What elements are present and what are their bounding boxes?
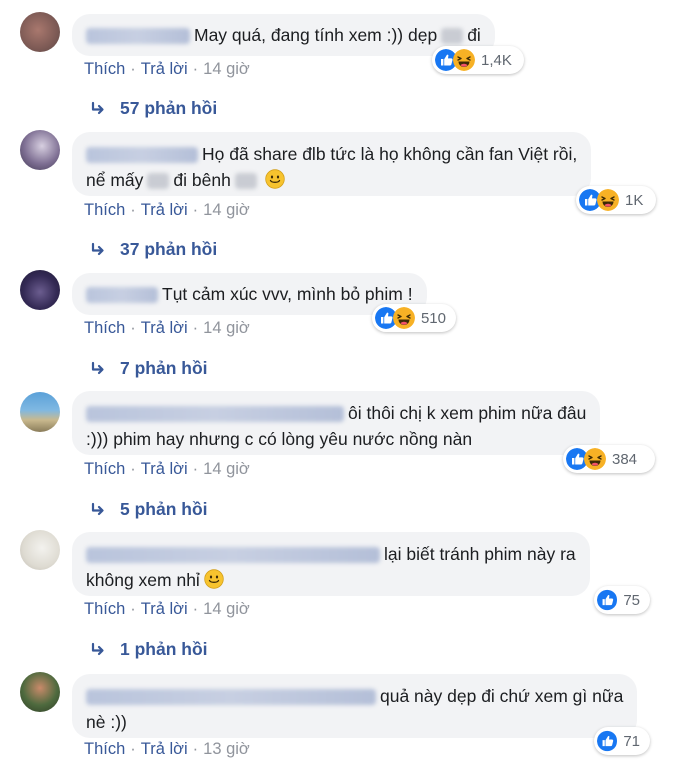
- comment-text: Tụt cảm xúc vvv, mình bỏ phim !: [162, 284, 413, 304]
- avatar[interactable]: [20, 270, 60, 310]
- haha-reaction-icon: [453, 49, 475, 71]
- reply-link[interactable]: Trả lời: [141, 740, 188, 758]
- haha-reaction-icon: [597, 189, 619, 211]
- timestamp[interactable]: 14 giờ: [203, 201, 250, 219]
- reply-link[interactable]: Trả lời: [141, 201, 188, 219]
- like-link[interactable]: Thích: [84, 460, 125, 478]
- smile-emoji-icon: [204, 569, 224, 589]
- comment-text: May quá, đang tính xem :)) dẹp: [194, 25, 438, 45]
- author-name-blurred[interactable]: [86, 28, 190, 45]
- avatar[interactable]: [20, 130, 60, 170]
- timestamp[interactable]: 14 giờ: [203, 460, 250, 478]
- smile-emoji-icon: [265, 169, 285, 189]
- like-reaction-icon: [597, 589, 617, 611]
- author-name-blurred[interactable]: [86, 406, 344, 423]
- view-replies-link[interactable]: 1 phản hồi: [90, 639, 208, 660]
- avatar[interactable]: [20, 392, 60, 432]
- author-name-blurred[interactable]: [86, 147, 198, 164]
- comment-text-line2b: đi bênh: [173, 170, 231, 190]
- reply-arrow-icon: [90, 242, 106, 258]
- comment-actions: Thích · Trả lời · 13 giờ: [84, 740, 250, 758]
- reaction-count: 384: [612, 450, 638, 468]
- blurred-word: [234, 173, 257, 190]
- reaction-summary[interactable]: 71: [594, 727, 650, 755]
- comment-text: Họ đã share đlb tức là họ không cần fan …: [202, 144, 578, 164]
- author-name-blurred[interactable]: [86, 287, 158, 304]
- comment-text-end: đi: [467, 25, 481, 45]
- avatar[interactable]: [20, 530, 60, 570]
- reaction-count: 75: [623, 591, 640, 609]
- reply-arrow-icon: [90, 101, 106, 117]
- comment-bubble: May quá, đang tính xem :)) dẹp đi: [72, 14, 495, 56]
- haha-reaction-icon: [584, 448, 606, 470]
- blurred-word: [441, 28, 464, 45]
- view-replies-link[interactable]: 5 phản hồi: [90, 499, 208, 520]
- reply-link[interactable]: Trả lời: [141, 600, 188, 618]
- comment-text: quả này dẹp đi chứ xem gì nữa: [380, 686, 624, 706]
- comment-bubble: Tụt cảm xúc vvv, mình bỏ phim !: [72, 273, 427, 315]
- view-replies-link[interactable]: 7 phản hồi: [90, 358, 208, 379]
- comment-actions: Thích · Trả lời · 14 giờ: [84, 460, 250, 478]
- reaction-summary[interactable]: 510: [372, 304, 456, 332]
- reaction-count: 510: [420, 309, 446, 327]
- reaction-count: 1K: [625, 191, 644, 209]
- comment-text: lại biết tránh phim này ra: [384, 544, 576, 564]
- reply-link[interactable]: Trả lời: [141, 460, 188, 478]
- like-reaction-icon: [597, 730, 617, 752]
- comment-actions: Thích · Trả lời · 14 giờ: [84, 319, 250, 337]
- comment-actions: Thích · Trả lời · 14 giờ: [84, 201, 250, 219]
- comment-bubble: quả này dẹp đi chứ xem gì nữa nè :)): [72, 674, 638, 738]
- like-link[interactable]: Thích: [84, 201, 125, 219]
- blurred-word: [147, 173, 170, 190]
- reaction-count: 71: [623, 732, 640, 750]
- comment-text-line2a: nể mấy: [86, 170, 144, 190]
- comment-bubble: ôi thôi chị k xem phim nữa đâu :))) phim…: [72, 391, 601, 455]
- timestamp[interactable]: 14 giờ: [203, 60, 250, 78]
- reply-arrow-icon: [90, 502, 106, 518]
- reply-link[interactable]: Trả lời: [141, 319, 188, 337]
- author-name-blurred[interactable]: [86, 547, 380, 564]
- reaction-summary[interactable]: 1K: [576, 186, 656, 214]
- timestamp[interactable]: 14 giờ: [203, 319, 250, 337]
- comment-text-line2: :))) phim hay nhưng c có lòng yêu nước n…: [86, 429, 473, 449]
- haha-reaction-icon: [393, 307, 415, 329]
- reply-arrow-icon: [90, 361, 106, 377]
- avatar[interactable]: [20, 672, 60, 712]
- timestamp[interactable]: 14 giờ: [203, 600, 250, 618]
- view-replies-link[interactable]: 37 phản hồi: [90, 239, 217, 260]
- author-name-blurred[interactable]: [86, 689, 376, 706]
- timestamp[interactable]: 13 giờ: [203, 740, 250, 758]
- reaction-summary[interactable]: 75: [594, 586, 650, 614]
- comment-actions: Thích · Trả lời · 14 giờ: [84, 60, 250, 78]
- avatar[interactable]: [20, 12, 60, 52]
- comment-text-line2: nè :)): [86, 712, 127, 732]
- comment-bubble: Họ đã share đlb tức là họ không cần fan …: [72, 132, 592, 196]
- comment-actions: Thích · Trả lời · 14 giờ: [84, 600, 250, 618]
- reply-arrow-icon: [90, 642, 106, 658]
- reaction-summary[interactable]: 384: [563, 445, 655, 473]
- comment-bubble: lại biết tránh phim này ra không xem nhỉ: [72, 532, 590, 596]
- like-link[interactable]: Thích: [84, 600, 125, 618]
- reaction-count: 1,4K: [481, 51, 512, 69]
- comment-text-line2: không xem nhỉ: [86, 570, 200, 590]
- reply-link[interactable]: Trả lời: [141, 60, 188, 78]
- like-link[interactable]: Thích: [84, 60, 125, 78]
- comment-text: ôi thôi chị k xem phim nữa đâu: [348, 403, 587, 423]
- like-link[interactable]: Thích: [84, 740, 125, 758]
- reaction-summary[interactable]: 1,4K: [432, 46, 524, 74]
- view-replies-link[interactable]: 57 phản hồi: [90, 98, 217, 119]
- like-link[interactable]: Thích: [84, 319, 125, 337]
